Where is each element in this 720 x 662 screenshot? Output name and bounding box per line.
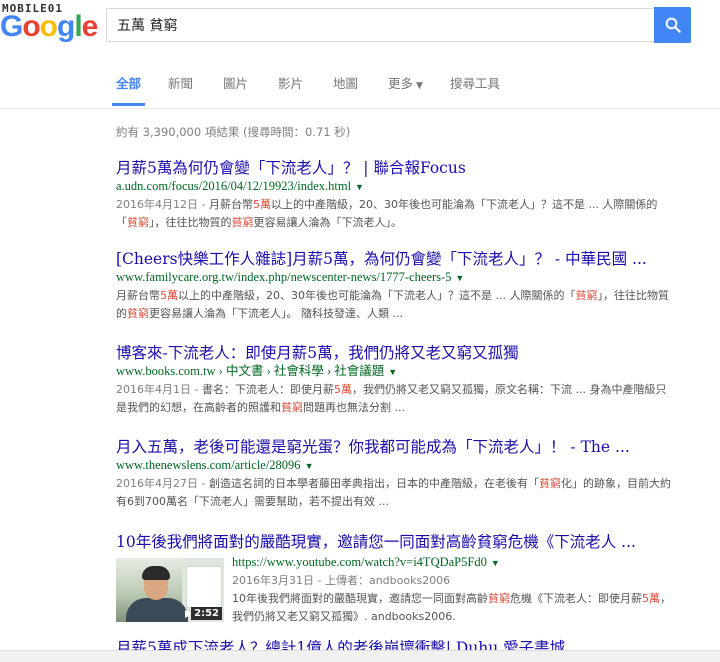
video-thumbnail[interactable]: 2:52: [116, 558, 224, 622]
tab-videos[interactable]: 影片: [278, 73, 303, 106]
dropdown-arrow-icon[interactable]: ▼: [491, 558, 500, 568]
highlighted-term: 5萬: [252, 198, 271, 211]
result-url: a.udn.com/focus/2016/04/12/19923/index.h…: [116, 178, 676, 196]
thumbnail-person: [126, 598, 188, 622]
search-result-partial: 月薪5萬成下流老人？總計1億人的老後崩壞衝擊| Duhu 愛子書城: [116, 638, 676, 650]
search-button[interactable]: [654, 7, 691, 43]
snippet-text: 10年後我們將面對的嚴酷現實，邀請您一同面對高齡貧窮危機《下流老人：即使月薪5萬…: [232, 592, 671, 623]
result-snippet: 2016年3月31日 - 上傳者：andbooks2006: [232, 572, 672, 590]
tab-news[interactable]: 新聞: [168, 73, 193, 106]
thumbnail-hair: [142, 566, 170, 580]
tab-all[interactable]: 全部: [112, 73, 146, 106]
highlighted-term: 5萬: [160, 289, 178, 302]
snippet-text: 月薪台幣5萬以上的中產階級，20、30年後也可能淪為「下流老人」？這不是 ...…: [116, 289, 669, 320]
result-url-text: a.udn.com/focus/2016/04/12/19923/index.h…: [116, 179, 352, 193]
tab-label: 圖片: [223, 76, 249, 91]
result-title[interactable]: [Cheers快樂工作人雜誌]月薪5萬，為何仍會變「下流老人」？ - 中華民國 …: [116, 249, 676, 269]
search-icon: [665, 17, 681, 33]
snippet-fragment: 月薪台幣: [116, 289, 160, 302]
video-row: 2:52 https://www.youtube.com/watch?v=i4T…: [116, 554, 676, 636]
result-title[interactable]: 10年後我們將面對的嚴酷現實，邀請您一同面對高齡貧窮危機《下流老人 ...: [116, 532, 676, 552]
highlighted-term: 貧窮: [127, 216, 149, 229]
video-result: 10年後我們將面對的嚴酷現實，邀請您一同面對高齡貧窮危機《下流老人 ... 2:…: [116, 532, 676, 636]
snippet-fragment: 書名：下流老人：即使月薪: [201, 383, 334, 396]
result-title[interactable]: 月入五萬，老後可能還是窮光蛋？你我都可能成為「下流老人」！ - The ...: [116, 437, 676, 457]
result-date: 2016年3月31日 - 上傳者：andbooks2006: [232, 574, 451, 587]
result-url: https://www.youtube.com/watch?v=i4TQDaP5…: [232, 554, 672, 572]
highlighted-term: 貧窮: [488, 592, 510, 605]
watermark: MOBILE01: [2, 2, 63, 15]
tab-label: 影片: [278, 76, 304, 91]
search-box[interactable]: [106, 8, 654, 42]
tab-label: 地圖: [333, 76, 359, 91]
tab-label: 全部: [116, 76, 142, 91]
result-date: 2016年4月12日 -: [116, 198, 209, 211]
search-result: 月入五萬，老後可能還是窮光蛋？你我都可能成為「下流老人」！ - The ... …: [116, 437, 676, 511]
highlighted-term: 貧窮: [538, 477, 561, 490]
search-result: [Cheers快樂工作人雜誌]月薪5萬，為何仍會變「下流老人」？ - 中華民國 …: [116, 249, 676, 323]
snippet-fragment: 更容易讓人淪為「下流老人」。: [253, 216, 403, 229]
snippet-fragment: 10年後我們將面對的嚴酷現實，邀請您一同面對高齡: [232, 592, 488, 605]
dropdown-arrow-icon[interactable]: ▼: [455, 273, 464, 283]
search-tabs: 全部 新聞 圖片 影片 地圖 更多 ▼ 搜尋工具: [0, 60, 720, 109]
highlighted-term: 5萬: [642, 592, 660, 605]
dropdown-arrow-icon[interactable]: ▼: [388, 367, 397, 377]
result-title[interactable]: 月薪5萬成下流老人？總計1億人的老後崩壞衝擊| Duhu 愛子書城: [116, 638, 676, 650]
result-date: 2016年4月1日 -: [116, 383, 202, 396]
highlighted-term: 貧窮: [281, 401, 303, 414]
logo-letter: e: [81, 10, 99, 43]
highlighted-term: 貧窮: [127, 307, 149, 320]
snippet-fragment: 創造這名詞的日本學者藤田孝典指出，日本的中產階級，在老後有「: [208, 477, 539, 490]
highlighted-term: 5萬: [333, 383, 352, 396]
result-url-text: www.thenewslens.com/article/28096: [116, 458, 301, 472]
video-info: https://www.youtube.com/watch?v=i4TQDaP5…: [232, 554, 672, 626]
result-snippet: 月薪台幣5萬以上的中產階級，20、30年後也可能淪為「下流老人」？這不是 ...…: [116, 287, 676, 323]
tab-maps[interactable]: 地圖: [333, 73, 358, 106]
highlighted-term: 貧窮: [575, 289, 598, 302]
search-result: 月薪5萬為何仍會變「下流老人」？ | 聯合報Focus a.udn.com/fo…: [116, 158, 676, 232]
bottom-scroll-bar[interactable]: [0, 650, 720, 662]
result-url-text: https://www.youtube.com/watch?v=i4TQDaP5…: [232, 555, 487, 569]
result-url: www.books.com.tw › 中文書 › 社會科學 › 社會議題 ▼: [116, 363, 676, 381]
snippet-fragment: 更容易讓人淪為「下流老人」。 隨科技發達、人類 ...: [149, 307, 403, 320]
result-title[interactable]: 博客來-下流老人：即使月薪5萬，我們仍將又老又窮又孤獨: [116, 343, 676, 363]
result-url-text: www.books.com.tw › 中文書 › 社會科學 › 社會議題: [116, 364, 385, 378]
dropdown-arrow-icon[interactable]: ▼: [355, 182, 364, 192]
result-stats: 約有 3,390,000 項結果 (搜尋時間：0.71 秒): [116, 125, 351, 139]
result-url: www.thenewslens.com/article/28096 ▼: [116, 457, 676, 475]
tab-label: 搜尋工具: [450, 76, 501, 91]
tab-more[interactable]: 更多 ▼: [388, 73, 423, 106]
tab-label: 更多: [388, 76, 414, 91]
video-duration: 2:52: [191, 607, 222, 620]
result-url: www.familycare.org.tw/index.php/newscent…: [116, 269, 676, 287]
result-snippet: 10年後我們將面對的嚴酷現實，邀請您一同面對高齡貧窮危機《下流老人：即使月薪5萬…: [232, 590, 672, 626]
snippet-fragment: 危機《下流老人：即使月薪: [510, 592, 642, 605]
tab-search-tools[interactable]: 搜尋工具: [450, 73, 500, 106]
highlighted-term: 貧窮: [231, 216, 254, 229]
google-logo[interactable]: Google: [0, 10, 99, 44]
thumbnail-shelf-board: [186, 566, 222, 608]
result-url-text: www.familycare.org.tw/index.php/newscent…: [116, 270, 452, 284]
search-input[interactable]: [107, 9, 654, 41]
logo-letter: l: [74, 10, 82, 43]
result-snippet: 2016年4月12日 - 月薪台幣5萬以上的中產階級，20、30年後也可能淪為「…: [116, 196, 676, 232]
search-result: 博客來-下流老人：即使月薪5萬，我們仍將又老又窮又孤獨 www.books.co…: [116, 343, 676, 417]
result-date: 2016年4月27日 -: [116, 477, 209, 490]
header: Google MOBILE01: [0, 0, 720, 60]
caret-down-icon: ▼: [416, 81, 423, 91]
tab-images[interactable]: 圖片: [223, 73, 248, 106]
result-title[interactable]: 月薪5萬為何仍會變「下流老人」？ | 聯合報Focus: [116, 158, 676, 178]
result-snippet: 2016年4月27日 - 創造這名詞的日本學者藤田孝典指出，日本的中產階級，在老…: [116, 475, 676, 511]
tab-label: 新聞: [168, 76, 194, 91]
dropdown-arrow-icon[interactable]: ▼: [305, 461, 314, 471]
snippet-fragment: 」，往往比物質的: [149, 216, 232, 229]
snippet-fragment: 問題再也無法分割 ...: [303, 401, 405, 414]
snippet-fragment: 月薪台幣: [208, 198, 253, 211]
result-snippet: 2016年4月1日 - 書名：下流老人：即使月薪5萬，我們仍將又老又窮又孤獨，原…: [116, 381, 676, 417]
snippet-fragment: 以上的中產階級，20、30年後也可能淪為「下流老人」？這不是 ... 人際關係的…: [178, 289, 576, 302]
